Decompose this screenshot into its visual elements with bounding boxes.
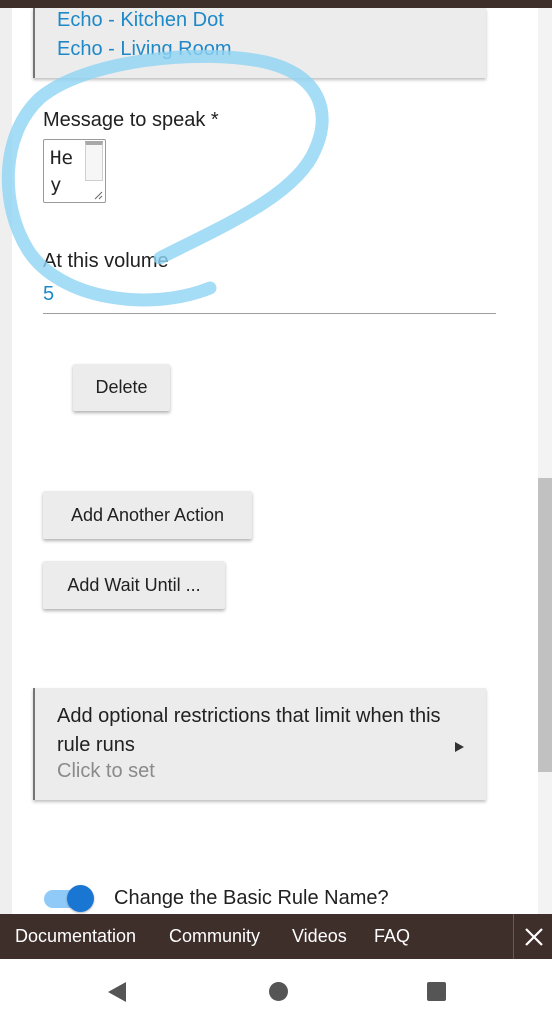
footer-link-videos[interactable]: Videos bbox=[292, 926, 347, 947]
device-list-card[interactable]: Echo - Kitchen Dot Echo - Living Room bbox=[33, 8, 486, 78]
device-item-living-room[interactable]: Echo - Living Room bbox=[57, 38, 232, 61]
textarea-scrollbar[interactable] bbox=[85, 141, 103, 181]
page-scrollbar-thumb[interactable] bbox=[538, 478, 552, 772]
footer-link-community[interactable]: Community bbox=[169, 926, 260, 947]
restrictions-title: Add optional restrictions that limit whe… bbox=[57, 705, 441, 756]
back-triangle-icon[interactable] bbox=[107, 981, 129, 1003]
top-status-strip bbox=[0, 0, 552, 8]
message-label: Message to speak * bbox=[43, 109, 219, 131]
footer-link-documentation[interactable]: Documentation bbox=[15, 926, 136, 947]
volume-input-underline bbox=[43, 313, 496, 314]
resize-grip-icon[interactable] bbox=[93, 190, 103, 200]
play-arrow-icon bbox=[455, 742, 464, 752]
delete-button[interactable]: Delete bbox=[73, 364, 170, 411]
restrictions-subtitle: Click to set bbox=[57, 760, 155, 782]
rule-name-toggle-label: Change the Basic Rule Name? bbox=[114, 887, 389, 909]
footer-divider bbox=[513, 914, 514, 959]
footer-bar: Documentation Community Videos FAQ bbox=[0, 914, 552, 959]
page-scrollbar-track[interactable] bbox=[538, 8, 552, 914]
close-icon[interactable] bbox=[523, 926, 545, 948]
add-wait-until-button[interactable]: Add Wait Until ... bbox=[43, 561, 225, 609]
rule-page: Echo - Kitchen Dot Echo - Living Room Me… bbox=[12, 8, 538, 914]
rule-name-toggle-knob[interactable] bbox=[67, 885, 94, 912]
recents-square-icon[interactable] bbox=[427, 982, 446, 1001]
add-another-action-button[interactable]: Add Another Action bbox=[43, 491, 252, 539]
device-item-kitchen-dot[interactable]: Echo - Kitchen Dot bbox=[57, 9, 224, 32]
footer-link-faq[interactable]: FAQ bbox=[374, 926, 410, 947]
volume-label: At this volume bbox=[43, 250, 169, 272]
android-nav-bar bbox=[0, 959, 552, 1024]
home-circle-icon[interactable] bbox=[269, 982, 288, 1001]
restrictions-card[interactable]: Add optional restrictions that limit whe… bbox=[33, 688, 486, 800]
volume-input[interactable]: 5 bbox=[43, 283, 54, 306]
message-text: Hey bbox=[50, 147, 73, 196]
message-textarea[interactable]: Hey bbox=[43, 139, 106, 203]
